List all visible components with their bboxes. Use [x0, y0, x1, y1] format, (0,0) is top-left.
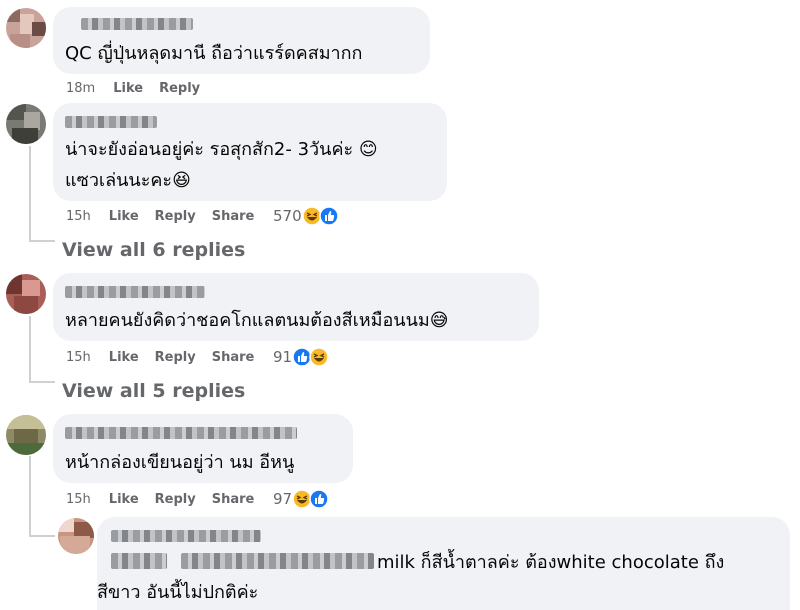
thread-line — [29, 146, 31, 242]
comment-meta: 18m Like Reply — [66, 78, 216, 98]
timestamp[interactable]: 15h — [66, 492, 91, 507]
reply-text-line: milk ก็สีน้ำตาลค่ะ ต้องwhite chocolate ถ… — [377, 552, 725, 573]
comment-text: หลายคนยังคิดว่าชอคโกแลตนมต้องสีเหมือนนม😅 — [65, 310, 449, 331]
reaction-summary[interactable]: 570 — [273, 205, 339, 227]
thread-line — [29, 456, 31, 536]
view-replies-link[interactable]: View all 5 replies — [62, 380, 245, 402]
share-link[interactable]: Share — [212, 492, 255, 507]
replier-name-blur — [111, 553, 167, 569]
reply-link[interactable]: Reply — [155, 209, 196, 224]
like-reaction-icon — [318, 206, 339, 226]
reply-link[interactable]: Reply — [159, 81, 200, 96]
comment-meta: 15h Like Reply Share — [66, 347, 270, 367]
commenter-name[interactable] — [65, 286, 205, 298]
commenter-name[interactable] — [81, 18, 193, 30]
avatar[interactable] — [6, 415, 46, 455]
reply-link[interactable]: Reply — [155, 492, 196, 507]
haha-reaction-icon — [309, 347, 329, 367]
like-link[interactable]: Like — [109, 350, 139, 365]
comment-text: QC ญี่ปุ่นหลุดมานี ถือว่าแรร์ดคสมากก — [65, 43, 363, 64]
thread-line — [29, 316, 31, 382]
reaction-count: 570 — [273, 207, 302, 225]
like-link[interactable]: Like — [109, 492, 139, 507]
commenter-name[interactable] — [65, 427, 297, 439]
reaction-summary[interactable]: 91 — [273, 346, 329, 368]
share-link[interactable]: Share — [212, 350, 255, 365]
thread-line-curve — [29, 381, 55, 383]
timestamp[interactable]: 18m — [66, 81, 95, 96]
comment-meta: 15h Like Reply Share — [66, 489, 270, 509]
comment-bubble: น่าจะยังอ่อนอยู่ค่ะ รอสุกสัก2- 3วันค่ะ 😊… — [53, 103, 447, 201]
replier-name[interactable] — [111, 530, 261, 542]
comment-meta: 15h Like Reply Share — [66, 206, 270, 226]
replier-name-blur — [181, 553, 374, 569]
avatar[interactable] — [58, 518, 94, 554]
comment-bubble: QC ญี่ปุ่นหลุดมานี ถือว่าแรร์ดคสมากก — [53, 7, 430, 74]
like-reaction-icon — [309, 489, 329, 509]
reaction-count: 97 — [273, 490, 293, 508]
like-link[interactable]: Like — [109, 209, 139, 224]
view-replies-link[interactable]: View all 6 replies — [62, 239, 245, 261]
commenter-name[interactable] — [65, 116, 157, 128]
comment-text: หน้ากล่องเขียนอยู่ว่า นม อีหนู — [65, 452, 295, 473]
timestamp[interactable]: 15h — [66, 209, 91, 224]
reply-text-line: สีขาว อันนี้ไม่ปกติค่ะ — [97, 582, 259, 603]
avatar[interactable] — [6, 8, 46, 48]
like-link[interactable]: Like — [113, 81, 143, 96]
thread-line-curve — [29, 240, 55, 242]
comment-bubble: หลายคนยังคิดว่าชอคโกแลตนมต้องสีเหมือนนม😅 — [53, 273, 539, 341]
share-link[interactable]: Share — [212, 209, 255, 224]
comment-text-line: แซวเล่นนะคะ😆 — [65, 170, 191, 191]
reaction-summary[interactable]: 97 — [273, 488, 329, 510]
reaction-count: 91 — [273, 348, 293, 366]
avatar[interactable] — [6, 104, 46, 144]
timestamp[interactable]: 15h — [66, 350, 91, 365]
reply-bubble: milk ก็สีน้ำตาลค่ะ ต้องwhite chocolate ถ… — [97, 517, 790, 610]
avatar[interactable] — [6, 274, 46, 314]
reply-link[interactable]: Reply — [155, 350, 196, 365]
comment-text-line: น่าจะยังอ่อนอยู่ค่ะ รอสุกสัก2- 3วันค่ะ 😊 — [65, 139, 378, 160]
comment-bubble: หน้ากล่องเขียนอยู่ว่า นม อีหนู — [53, 414, 353, 483]
thread-line-curve — [29, 535, 55, 537]
